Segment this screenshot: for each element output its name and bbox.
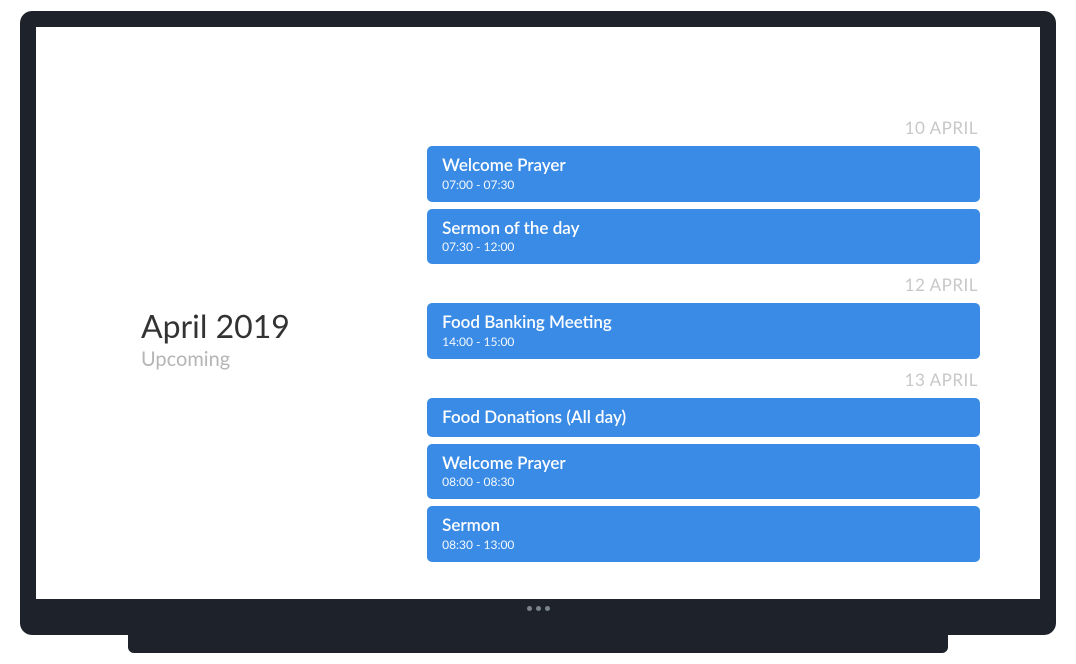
event-card[interactable]: Food Donations (All day) (427, 398, 980, 437)
event-title: Food Banking Meeting (442, 312, 965, 332)
event-title: Sermon of the day (442, 218, 965, 238)
bezel-button-row (35, 599, 1041, 619)
day-header: 12 APRIL (427, 274, 978, 295)
monitor-bezel: April 2019 Upcoming 10 APRIL Welcome Pra… (20, 11, 1056, 634)
event-title: Welcome Prayer (442, 453, 965, 473)
event-title: Food Donations (All day) (442, 407, 965, 427)
indicator-dot-icon (527, 606, 532, 611)
indicator-dot-icon (536, 606, 541, 611)
page-title: April 2019 (141, 306, 427, 345)
event-card[interactable]: Food Banking Meeting 14:00 - 15:00 (427, 303, 980, 358)
event-time: 07:30 - 12:00 (442, 239, 965, 254)
day-header: 10 APRIL (427, 117, 978, 138)
page-subtitle: Upcoming (141, 347, 427, 371)
events-column: 10 APRIL Welcome Prayer 07:00 - 07:30 Se… (427, 107, 1000, 568)
indicator-dot-icon (545, 606, 550, 611)
event-card[interactable]: Sermon 08:30 - 13:00 (427, 506, 980, 561)
day-header: 13 APRIL (427, 369, 978, 390)
event-card[interactable]: Welcome Prayer 08:00 - 08:30 (427, 444, 980, 499)
event-time: 14:00 - 15:00 (442, 334, 965, 349)
event-time: 07:00 - 07:30 (442, 177, 965, 192)
event-title: Welcome Prayer (442, 155, 965, 175)
display-frame: April 2019 Upcoming 10 APRIL Welcome Pra… (20, 11, 1056, 652)
event-title: Sermon (442, 515, 965, 535)
screen-content: April 2019 Upcoming 10 APRIL Welcome Pra… (36, 27, 1040, 598)
event-card[interactable]: Sermon of the day 07:30 - 12:00 (427, 209, 980, 264)
event-time: 08:00 - 08:30 (442, 474, 965, 489)
sidebar: April 2019 Upcoming (76, 107, 427, 568)
monitor-stand (128, 635, 948, 653)
event-card[interactable]: Welcome Prayer 07:00 - 07:30 (427, 146, 980, 201)
event-time: 08:30 - 13:00 (442, 537, 965, 552)
